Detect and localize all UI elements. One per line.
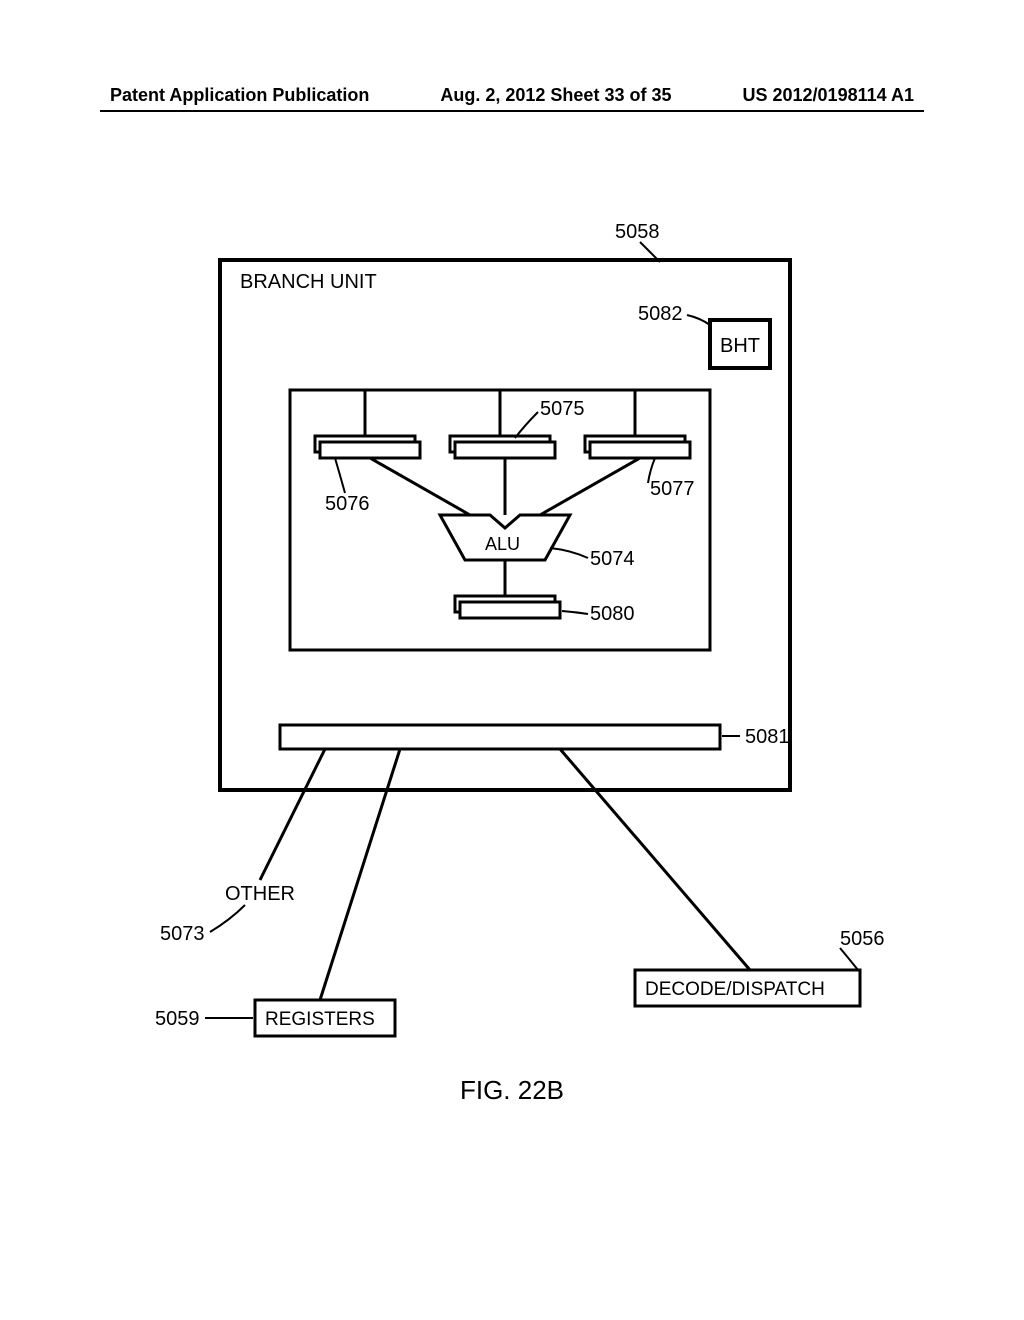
header-rule xyxy=(100,110,924,112)
ref-5076: 5076 xyxy=(325,493,370,515)
wire-to-decode xyxy=(560,749,750,970)
reg-5077-front xyxy=(590,442,690,458)
ref-5082: 5082 xyxy=(638,303,683,325)
branch-unit-box xyxy=(220,260,790,790)
diagram-svg: BRANCH UNIT 5058 BHT 5082 ALU xyxy=(140,200,900,1070)
reg-5075-front xyxy=(455,442,555,458)
decode-label: DECODE/DISPATCH xyxy=(645,979,825,1000)
ref-5058: 5058 xyxy=(615,221,660,243)
leader-5082 xyxy=(687,315,710,325)
ref-5056: 5056 xyxy=(840,928,885,950)
page-header: Patent Application Publication Aug. 2, 2… xyxy=(110,85,914,106)
wire-to-registers xyxy=(320,749,400,1000)
ref-5081: 5081 xyxy=(745,726,790,748)
branch-unit-label: BRANCH UNIT xyxy=(240,271,377,293)
figure-title: FIG. 22B xyxy=(0,1075,1024,1106)
leader-5073 xyxy=(210,905,245,932)
wire-to-other xyxy=(260,749,325,880)
reg-5080-front xyxy=(460,602,560,618)
alu-label: ALU xyxy=(485,534,520,554)
page: Patent Application Publication Aug. 2, 2… xyxy=(0,0,1024,1320)
header-right: US 2012/0198114 A1 xyxy=(743,85,914,106)
reg-5076-front xyxy=(320,442,420,458)
leader-5080 xyxy=(562,611,588,614)
wire-reg-left xyxy=(370,458,470,515)
ref-5077: 5077 xyxy=(650,478,695,500)
leader-5075 xyxy=(515,412,538,438)
ref-5080: 5080 xyxy=(590,603,635,625)
bht-label: BHT xyxy=(720,335,760,357)
other-label: OTHER xyxy=(225,883,295,905)
ref-5059: 5059 xyxy=(155,1008,200,1030)
header-left: Patent Application Publication xyxy=(110,85,369,106)
ref-5073: 5073 xyxy=(160,923,205,945)
leader-5074 xyxy=(550,548,588,558)
wire-reg-right xyxy=(540,458,640,515)
leader-5076 xyxy=(335,458,345,493)
ref-5075: 5075 xyxy=(540,398,585,420)
ref-5074: 5074 xyxy=(590,548,635,570)
registers-label: REGISTERS xyxy=(265,1009,375,1030)
bar-5081 xyxy=(280,725,720,749)
leader-5056 xyxy=(840,948,858,970)
header-center: Aug. 2, 2012 Sheet 33 of 35 xyxy=(440,85,671,106)
